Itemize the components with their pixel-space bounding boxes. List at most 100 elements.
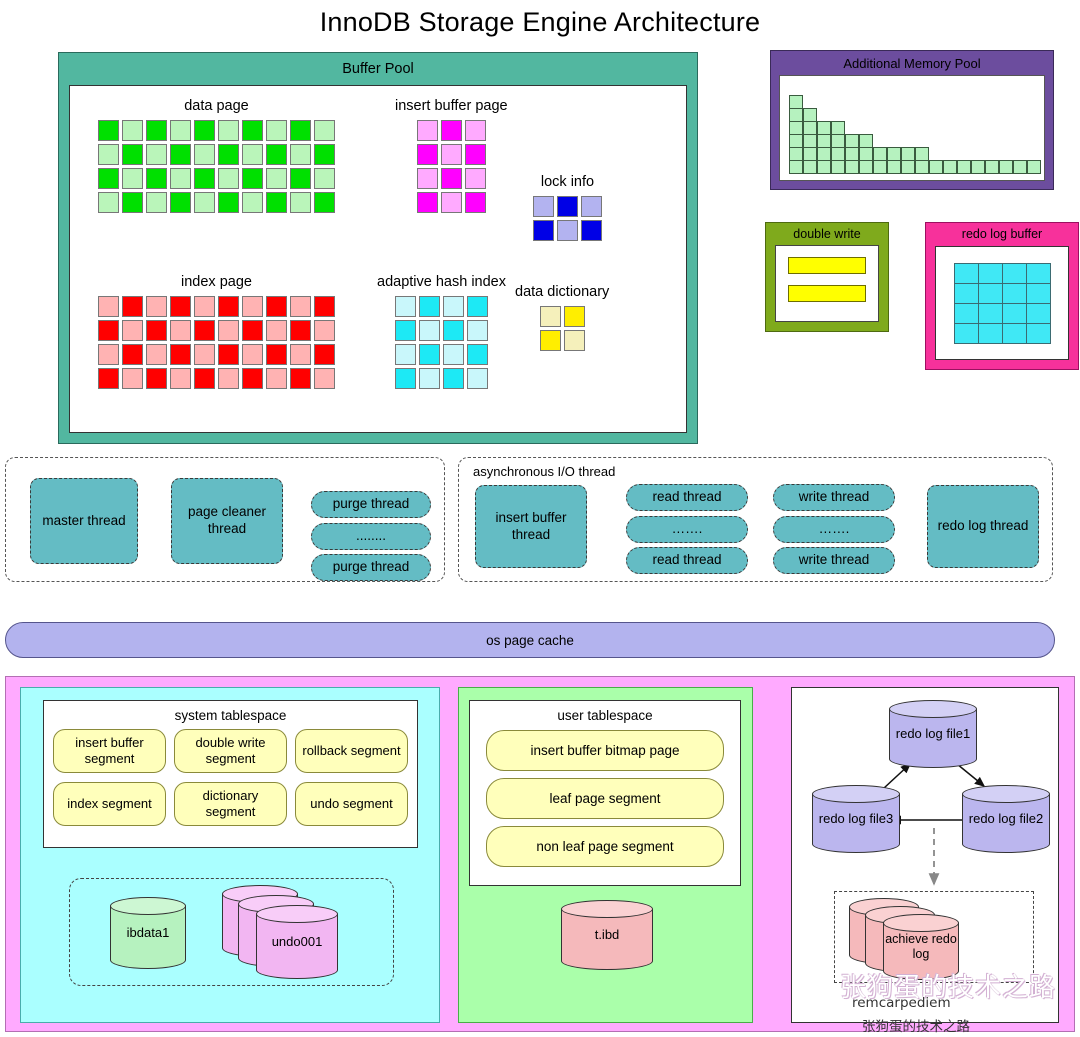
purge-thread-ellipsis-label: ........ [355, 528, 386, 544]
memory-histogram-column [929, 160, 943, 174]
data-page-cell [266, 192, 287, 213]
data-page-cell [122, 120, 143, 141]
data-page-cell [218, 120, 239, 141]
redo-log-buffer-title: redo log buffer [961, 227, 1043, 241]
index-page-cell [266, 344, 287, 365]
memory-histogram-column [957, 160, 971, 174]
redo-log-thread-box[interactable]: redo log thread [927, 485, 1039, 568]
index-page-cell [122, 320, 143, 341]
index-page-cell [98, 296, 119, 317]
adaptive-hash-index-label: adaptive hash index [377, 274, 506, 290]
page-title: InnoDB Storage Engine Architecture [319, 7, 761, 37]
index-page-cell [218, 344, 239, 365]
data-page-label: data page [184, 98, 249, 114]
purge-thread-box[interactable]: purge thread [311, 491, 431, 518]
tibd-label: t.ibd [594, 927, 620, 943]
system-tablespace-segment[interactable]: rollback segment [295, 729, 408, 773]
user-tablespace-segment[interactable]: leaf page segment [486, 778, 724, 819]
adaptive-hash-index-cell [395, 320, 416, 341]
redo-log-buffer-panel: redo log buffer [925, 222, 1079, 370]
undo001-label: undo001 [271, 934, 323, 950]
index-page-cell [98, 320, 119, 341]
data-dictionary-block: data dictionary [515, 284, 609, 351]
data-page-cell [98, 192, 119, 213]
read-thread-ellipsis-label: ……. [671, 521, 703, 537]
user-tablespace-segment[interactable]: insert buffer bitmap page [486, 730, 724, 771]
data-page-cell [122, 192, 143, 213]
additional-memory-pool-content [779, 75, 1045, 181]
read-thread-box[interactable]: read thread [626, 484, 748, 511]
system-tablespace-segment[interactable]: dictionary segment [174, 782, 287, 826]
user-tablespace-segments: insert buffer bitmap page leaf page segme… [470, 730, 740, 867]
index-page-cell [170, 344, 191, 365]
master-thread-box[interactable]: master thread [30, 478, 138, 564]
memory-histogram-cell [845, 134, 859, 148]
index-page-grid [98, 296, 335, 389]
memory-histogram-cell [831, 134, 845, 148]
data-page-cell [170, 144, 191, 165]
data-page-cell [98, 168, 119, 189]
redo-log-buffer-content [935, 246, 1069, 360]
index-page-cell [146, 344, 167, 365]
double-write-bar [788, 285, 866, 302]
data-page-cell [266, 144, 287, 165]
read-thread-box[interactable]: read thread [626, 547, 748, 574]
user-tablespace-segment[interactable]: non leaf page segment [486, 826, 724, 867]
data-page-cell [290, 144, 311, 165]
adaptive-hash-index-cell [467, 296, 488, 317]
index-page-cell [98, 368, 119, 389]
memory-histogram-column [817, 121, 831, 174]
purge-thread-label: purge thread [332, 559, 410, 575]
memory-histogram-cell [817, 147, 831, 161]
index-page-cell [266, 296, 287, 317]
system-tablespace-segment[interactable]: index segment [53, 782, 166, 826]
memory-histogram [789, 95, 1041, 174]
memory-histogram-column [1027, 160, 1041, 174]
index-page-cell [290, 320, 311, 341]
memory-histogram-column [971, 160, 985, 174]
write-thread-box[interactable]: write thread [773, 484, 895, 511]
index-page-cell [194, 296, 215, 317]
insert-buffer-page-cell [440, 120, 462, 141]
system-tablespace-files-box: ibdata1 undo001 [69, 878, 394, 986]
data-page-cell [146, 120, 167, 141]
insert-buffer-thread-box[interactable]: insert buffer thread [475, 485, 587, 568]
redo-log-buffer-cell [953, 282, 979, 304]
system-tablespace-segment[interactable]: insert buffer segment [53, 729, 166, 773]
system-tablespace-title: system tablespace [174, 708, 287, 723]
system-tablespace-segment[interactable]: double write segment [174, 729, 287, 773]
index-page-cell [290, 368, 311, 389]
page-cleaner-thread-label: page cleaner thread [187, 504, 267, 536]
write-thread-box[interactable]: write thread [773, 547, 895, 574]
memory-histogram-column [887, 147, 901, 174]
adaptive-hash-index-cell [419, 344, 440, 365]
insert-buffer-page-cell [440, 168, 462, 189]
data-page-cell [290, 120, 311, 141]
user-tablespace-title: user tablespace [557, 708, 653, 723]
data-page-cell [146, 168, 167, 189]
memory-histogram-cell [789, 147, 803, 161]
data-page-cell [146, 192, 167, 213]
data-page-cell [314, 168, 335, 189]
ibdata1-label: ibdata1 [126, 925, 170, 941]
index-page-block: index page [98, 274, 335, 389]
page-cleaner-thread-box[interactable]: page cleaner thread [171, 478, 283, 564]
adaptive-hash-index-cell [467, 320, 488, 341]
read-thread-label: read thread [652, 552, 722, 568]
memory-histogram-cell [915, 147, 929, 161]
write-thread-label: write thread [798, 552, 870, 568]
redo-log-thread-label: redo log thread [937, 518, 1029, 534]
memory-histogram-cell [803, 147, 817, 161]
memory-histogram-cell [831, 160, 845, 174]
system-tablespace-segment[interactable]: undo segment [295, 782, 408, 826]
memory-histogram-column [915, 147, 929, 174]
redo-log-buffer-cell [953, 302, 979, 324]
purge-thread-box[interactable]: purge thread [311, 554, 431, 581]
buffer-pool-panel: Buffer Pool data page insert buffer page… [58, 52, 698, 444]
data-page-cell [194, 144, 215, 165]
redo-log-buffer-cell [1001, 302, 1027, 324]
memory-histogram-cell [789, 108, 803, 122]
data-page-cell [170, 192, 191, 213]
redo-log-file2-label: redo log file2 [968, 811, 1044, 827]
data-page-cell [242, 120, 263, 141]
